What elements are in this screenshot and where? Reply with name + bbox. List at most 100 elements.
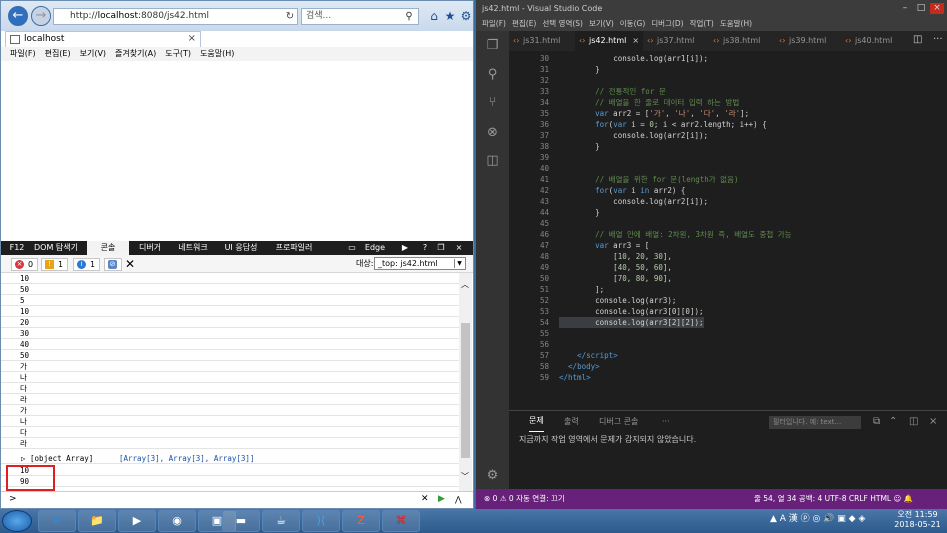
tab-js39[interactable]: ‹› js39.html [775,31,841,51]
settings-gear-icon[interactable]: ⚙ [459,9,473,23]
menu-view[interactable]: 보기(V) [80,49,106,58]
tab-console[interactable]: 콘솔 [87,241,129,255]
close-panel-icon[interactable]: × [929,411,937,433]
favorites-star-icon[interactable]: ★ [443,9,457,23]
toggle-panel-icon[interactable]: ◫ [909,411,918,433]
scroll-up-icon[interactable]: ︿ [461,279,469,290]
console-array-object[interactable]: ▷ [object Array] [Array[3], Array[3], Arr… [1,453,459,464]
console-toggle-icon[interactable]: ▶ [399,241,411,255]
menu-edit[interactable]: 편집(E) [45,49,71,58]
extensions-icon[interactable]: ◫ [484,152,501,169]
home-icon[interactable]: ⌂ [427,9,441,23]
menu-selection[interactable]: 선택 영역(S) [542,19,583,28]
source-control-icon[interactable]: ⑂ [484,94,501,111]
filezilla-taskbar-icon[interactable]: Z [342,510,380,532]
close-tab-icon[interactable]: × [188,32,196,46]
minimap[interactable] [886,51,946,403]
acrobat-taskbar-icon[interactable]: ⌘ [382,510,420,532]
tab-output[interactable]: 출력 [564,411,579,433]
maximize-panel-icon[interactable]: ⌃ [889,411,897,433]
tab-js38[interactable]: ‹› js38.html [709,31,775,51]
tab-profiler[interactable]: 프로파일러 [271,241,317,255]
collapse-all-icon[interactable]: ⧉ [873,411,880,433]
tab-js37[interactable]: ‹› js37.html [643,31,709,51]
tab-debug-console[interactable]: 디버그 콘솔 [599,411,638,433]
target-select[interactable]: _top: js42.html ▼ [374,257,466,270]
menu-help[interactable]: 도움말(H) [200,49,234,58]
start-button-icon[interactable] [2,510,32,532]
undock-icon[interactable]: ❐ [435,241,447,255]
error-filter[interactable]: × 0 [11,258,39,271]
debug-icon[interactable]: ⊗ [484,124,501,141]
close-devtools-icon[interactable]: × [453,241,465,255]
address-bar[interactable]: http://localhost:8080/js42.html [53,8,298,25]
menu-tools[interactable]: 도구(T) [165,49,191,58]
menu-file[interactable]: 파일(F) [482,19,506,28]
clear-console-icon[interactable]: ✕ [125,257,135,271]
warning-count: 1 [58,260,64,269]
tab-js42[interactable]: ‹› js42.html × [575,31,643,51]
forward-arrow-icon[interactable]: → [31,6,51,26]
ie-taskbar-icon[interactable]: e [38,510,76,532]
expand-input-icon[interactable]: ⋀ [455,492,462,507]
clock[interactable]: 오전 11:59 2018-05-21 [890,510,945,530]
code-editor[interactable]: 30 31 32 33 34 35 36 37 38 39 40 41 42 4… [509,51,947,403]
system-tray[interactable]: ▲ A 漢 ⓟ ◎ 🔊 ▣ ◆ ◈ [770,511,865,524]
settings-gear-icon[interactable]: ⚙ [484,467,501,484]
tab-debugger[interactable]: 디버거 [133,241,167,255]
tab-js40[interactable]: ‹› js40.html [841,31,907,51]
clear-input-icon[interactable]: ✕ [421,492,429,507]
vscode-taskbar-icon[interactable]: ⟩⟨ [302,510,340,532]
refresh-icon[interactable]: ↻ [284,8,296,25]
tab-label: js38.html [723,36,761,45]
run-script-icon[interactable]: ▶ [438,492,445,507]
media-player-taskbar-icon[interactable]: ▶ [118,510,156,532]
explorer-files-icon[interactable]: ❐ [484,37,501,54]
help-icon[interactable]: ? [419,241,431,255]
console-scrollbar[interactable]: ︿ ﹀ [459,273,472,491]
info-filter[interactable]: i1 [73,258,101,271]
chrome-taskbar-icon[interactable]: ◉ [158,510,196,532]
code-line: for(var i in arr2) { [595,186,686,195]
split-editor-icon[interactable]: ◫ [913,34,922,45]
browser-tab[interactable]: localhost × [5,31,201,47]
document-mode-edge[interactable]: Edge [357,241,393,255]
warning-filter[interactable]: ! 1 [41,258,69,271]
console-line: 가 [1,405,459,416]
status-right[interactable]: 줄 54, 열 34 공백: 4 UTF-8 CRLF HTML ☺ 🔔 [754,489,913,509]
clear-on-navigate-toggle[interactable]: ⊘ [104,258,122,271]
explorer-taskbar-icon[interactable]: 📁 [78,510,116,532]
scroll-thumb[interactable] [461,323,470,458]
status-left[interactable]: ⊗ 0 ⚠ 0 자동 연결: 끄기 [484,489,565,509]
menu-file[interactable]: 파일(F) [10,49,36,58]
menu-go[interactable]: 이동(G) [620,19,645,28]
tab-dom-explorer[interactable]: DOM 탐색기 [31,241,81,255]
menu-tasks[interactable]: 작업(T) [690,19,714,28]
code-line: </script> [559,351,618,360]
menu-view[interactable]: 보기(V) [589,19,614,28]
minimize-icon[interactable]: – [898,3,912,14]
close-tab-icon[interactable]: × [632,36,639,45]
menu-debug[interactable]: 디버그(D) [651,19,683,28]
cmd-taskbar-icon[interactable]: ▬ [222,510,260,532]
problems-filter-input[interactable]: 필터입니다. 예: text... [769,416,861,429]
close-window-icon[interactable]: × [930,3,944,14]
more-actions-icon[interactable]: ··· [933,34,943,45]
back-arrow-icon[interactable]: ← [8,6,28,26]
menu-edit[interactable]: 편집(E) [512,19,536,28]
tab-network[interactable]: 네트워크 [173,241,213,255]
search-icon[interactable]: ⚲ [399,8,419,25]
emulation-device-icon[interactable]: ▭ [347,241,357,255]
scroll-down-icon[interactable]: ﹀ [461,471,469,482]
console-input[interactable]: > ✕ ▶ ⋀ [1,491,473,508]
maximize-icon[interactable]: □ [914,3,928,14]
menu-help[interactable]: 도움말(H) [720,19,752,28]
search-icon[interactable]: ⚲ [484,66,501,83]
code-line: var arr2 = ['가', '나', '다', '라']; [595,109,750,118]
tab-ui-responsiveness[interactable]: UI 응답성 [219,241,263,255]
tab-problems[interactable]: 문제 [529,411,544,432]
panel-more-icon[interactable]: ··· [662,411,670,433]
menu-favorites[interactable]: 즐겨찾기(A) [115,49,156,58]
java-taskbar-icon[interactable]: ☕ [262,510,300,532]
tab-js31[interactable]: ‹› js31.html [509,31,575,51]
